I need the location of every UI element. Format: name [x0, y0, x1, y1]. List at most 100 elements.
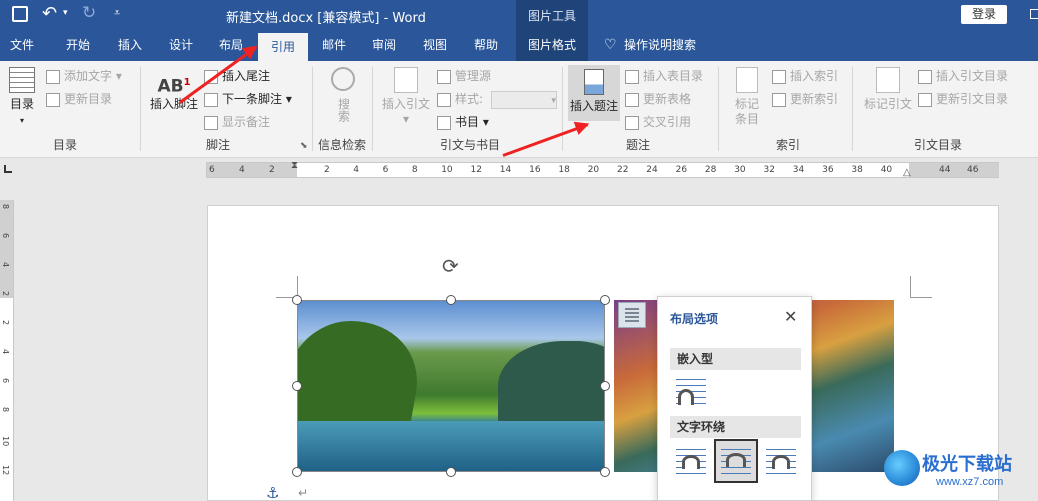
ruler-tick-label: 12 [1, 465, 10, 476]
wrap-tight-option[interactable] [714, 439, 758, 483]
add-text-button[interactable]: 添加文字 ▾ [46, 67, 122, 85]
insert-toa-button[interactable]: 插入引文目录 [918, 67, 1008, 85]
group-captions-label: 题注 [625, 138, 650, 152]
undo-dropdown-icon[interactable]: ▾ [63, 8, 68, 18]
wrap-inline-option[interactable] [672, 375, 712, 415]
caption-icon [584, 69, 604, 95]
insert-caption-button[interactable]: 插入题注 [568, 65, 620, 121]
next-footnote-icon [204, 92, 218, 107]
tab-selector-icon[interactable] [4, 165, 12, 173]
style-selector[interactable]: 样式: ▾ [437, 90, 557, 109]
ruler-tick-label: 8 [1, 407, 10, 413]
tab-picture-format[interactable]: 图片格式 [516, 30, 588, 61]
dialog-launcher-icon[interactable]: ⬊ [300, 141, 308, 151]
cross-reference-button[interactable]: 交叉引用 [625, 113, 691, 131]
tab-view[interactable]: 视图 [413, 30, 457, 61]
resize-handle-br[interactable] [600, 467, 610, 477]
manage-sources-label: 管理源 [455, 69, 492, 83]
style-dropdown[interactable]: ▾ [490, 90, 557, 109]
update-table-button[interactable]: 更新表格 [625, 90, 691, 108]
resize-handle-tr[interactable] [600, 295, 610, 305]
rotate-handle-icon[interactable]: ⟳ [442, 254, 459, 278]
customize-qat-icon[interactable]: ⩡ [114, 6, 120, 20]
ruler-tick-label: 26 [675, 165, 688, 175]
redo-icon[interactable]: ↻ [82, 3, 96, 23]
resize-handle-r[interactable] [600, 381, 610, 391]
add-text-icon [46, 69, 60, 84]
ruler-margin-top [0, 200, 13, 298]
toc-icon [9, 67, 35, 93]
separator [312, 67, 313, 151]
wrap-square-option[interactable] [672, 443, 712, 483]
right-indent-marker-icon[interactable]: △ [903, 167, 911, 178]
selected-image[interactable] [297, 300, 605, 472]
save-icon[interactable] [12, 6, 28, 22]
wrap-through-option[interactable] [762, 443, 802, 483]
group-toc-label: 目录 [52, 138, 77, 152]
ruler-tick-label: 28 [704, 165, 717, 175]
resize-handle-tl[interactable] [292, 295, 302, 305]
close-icon[interactable]: ✕ [784, 307, 797, 326]
mark-entry-button[interactable]: 标记条目 [728, 67, 766, 127]
tab-insert[interactable]: 插入 [108, 30, 152, 61]
group-footnotes-label: 脚注 [205, 138, 230, 152]
ruler-tick-label: 6 [1, 233, 10, 239]
search-label: 搜索 [336, 98, 351, 122]
ruler-margin-left [207, 163, 297, 177]
manage-sources-button[interactable]: 管理源 [437, 67, 491, 85]
show-notes-label: 显示备注 [222, 115, 271, 129]
resize-handle-t[interactable] [446, 295, 456, 305]
tab-references[interactable]: 引用 [258, 33, 308, 61]
watermark-logo: 极光下载站 www.xz7.com [884, 446, 1034, 498]
tab-help[interactable]: 帮助 [464, 30, 508, 61]
update-index-button[interactable]: 更新索引 [772, 90, 838, 108]
undo-icon[interactable]: ↶ [42, 3, 57, 24]
ruler-tick-label: 14 [499, 165, 512, 175]
tab-file[interactable]: 文件 [0, 30, 44, 61]
insert-citation-label: 插入引文 [381, 97, 430, 111]
ribbon: 目录 ▾ 添加文字 ▾ 更新目录 目录 AB1 插入脚注 插入尾注 下一条脚注 … [0, 61, 1038, 158]
ruler-margin-right [909, 163, 999, 177]
ruler-tick-label: 18 [558, 165, 570, 175]
resize-handle-bl[interactable] [292, 467, 302, 477]
toc-button[interactable]: 目录 ▾ [4, 67, 40, 128]
restore-icon[interactable] [1030, 9, 1038, 19]
group-authorities-label: 引文目录 [913, 138, 962, 152]
horizontal-ruler[interactable]: 6 4 2 2 4 6 8 10 12 14 16 18 20 22 24 26 28 30 32 34 36 38 40 4… [206, 160, 999, 178]
bibliography-button[interactable]: 书目 ▾ [437, 113, 489, 131]
login-button[interactable]: 登录 [961, 5, 1007, 24]
ribbon-tabs: 文件 开始 插入 设计 布局 引用 邮件 审阅 视图 帮助 图片格式 ♡ 操作说… [0, 30, 1038, 61]
insert-table-of-figures-button[interactable]: 插入表目录 [625, 67, 703, 85]
style-label: 样式: [455, 92, 484, 106]
next-footnote-button[interactable]: 下一条脚注 ▾ [204, 90, 292, 108]
ruler-tick-label: 10 [1, 436, 10, 447]
tab-design[interactable]: 设计 [159, 30, 203, 61]
mark-citation-label: 标记引文 [863, 97, 912, 111]
ruler-tick-label: 4 [239, 165, 245, 175]
indent-marker-icon[interactable]: ⧗ [291, 160, 298, 171]
cross-reference-label: 交叉引用 [643, 115, 692, 129]
document-page[interactable]: ⟳ ⚓ ↵ [207, 205, 999, 501]
resize-handle-l[interactable] [292, 381, 302, 391]
resize-handle-b[interactable] [446, 467, 456, 477]
layout-options-panel: 布局选项 ✕ 嵌入型 文字环绕 [657, 296, 812, 501]
ruler-tick-label: 40 [880, 165, 893, 175]
mark-citation-button[interactable]: 标记引文 [860, 67, 916, 112]
show-notes-button[interactable]: 显示备注 [204, 113, 270, 131]
ruler-tick-label: 46 [967, 165, 979, 175]
insert-index-button[interactable]: 插入索引 [772, 67, 838, 85]
inline-section-header: 嵌入型 [670, 348, 801, 370]
insert-toa-label: 插入引文目录 [936, 69, 1009, 83]
tab-review[interactable]: 审阅 [362, 30, 406, 61]
ruler-tick-label: 6 [209, 165, 215, 175]
tell-me-search[interactable]: 操作说明搜索 [624, 30, 708, 61]
tab-mailings[interactable]: 邮件 [312, 30, 356, 61]
vertical-ruler[interactable]: 8 6 4 2 2 4 6 8 10 12 [0, 200, 14, 501]
update-toc-button[interactable]: 更新目录 [46, 90, 112, 108]
table-of-figures-icon [625, 69, 639, 84]
search-button[interactable]: 搜索 [326, 67, 360, 129]
update-toa-button[interactable]: 更新引文目录 [918, 90, 1008, 108]
layout-options-icon[interactable] [618, 302, 646, 328]
tab-home[interactable]: 开始 [56, 30, 100, 61]
insert-citation-button[interactable]: 插入引文 ▾ [380, 67, 432, 127]
